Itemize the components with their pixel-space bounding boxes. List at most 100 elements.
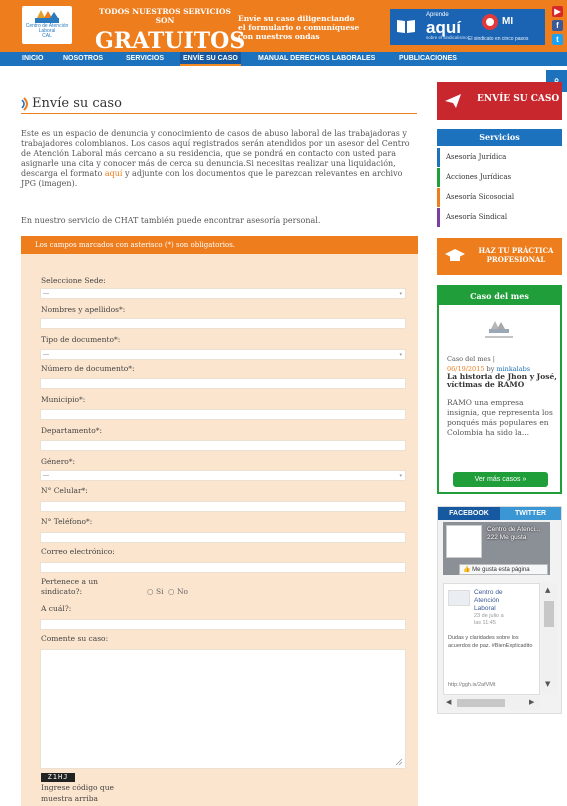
learn-mi-text: MI: [502, 16, 514, 27]
more-cases-button[interactable]: Ver más casos »: [453, 472, 548, 487]
scroll-right-icon[interactable]: ▶: [529, 698, 534, 706]
tipo-documento-value: ---: [43, 351, 50, 358]
liquidacion-format-link[interactable]: aquí: [105, 169, 123, 178]
facebook-page-name[interactable]: Centro de Atenci...: [487, 526, 540, 533]
genero-select[interactable]: --- ▾: [40, 470, 406, 481]
site-logo[interactable]: Centro de Atención Laboral CAL: [22, 6, 72, 44]
graduation-cap-icon: [445, 249, 465, 261]
learn-banner[interactable]: Aprende aquí sobre el sindicalismo MI El…: [390, 9, 545, 45]
nav-servicios[interactable]: SERVICIOS: [126, 52, 164, 66]
page-title: Envíe su caso: [32, 96, 122, 111]
practice-line-1: HAZ TU PRÁCTICA: [478, 246, 554, 255]
nav-publicaciones[interactable]: PUBLICACIONES: [399, 52, 457, 66]
service-asesoria-juridica[interactable]: Asesoría Jurídica: [437, 148, 562, 167]
resize-handle-icon[interactable]: [395, 758, 403, 766]
tab-facebook[interactable]: FACEBOOK: [438, 507, 500, 520]
tipo-documento-label: Tipo de documento*:: [41, 335, 121, 344]
radio-no[interactable]: ○ No: [168, 587, 188, 596]
social-widget: FACEBOOK TWITTER Centro de Atenci... 222…: [437, 506, 562, 714]
nav-envie-su-caso[interactable]: ENVÍE SU CASO: [180, 52, 241, 66]
youtube-icon[interactable]: ▶: [552, 6, 563, 17]
send-case-title-icon: [21, 97, 28, 111]
celular-field[interactable]: [40, 501, 406, 512]
logo-subtext: CAL: [42, 33, 52, 39]
nav-manual-derechos[interactable]: MANUAL DERECHOS LABORALES: [258, 52, 375, 66]
correo-field[interactable]: [40, 562, 406, 573]
book-icon: [397, 20, 415, 33]
cal-logo-mark: [35, 10, 59, 23]
case-category[interactable]: Caso del mes: [447, 355, 491, 363]
service-acciones-juridicas[interactable]: Acciones Jurídicas: [437, 168, 562, 187]
radio-no-button[interactable]: ○: [168, 587, 175, 596]
cual-sindicato-label: A cuál?:: [41, 604, 72, 613]
case-of-month: Caso del mes Caso del mes | 06/19/2015 b…: [437, 285, 562, 494]
telefono-label: N° Teléfono*:: [41, 517, 93, 526]
departamento-label: Departamento*:: [41, 426, 102, 435]
post-link[interactable]: http://ggh.is/2afVMt: [448, 682, 536, 688]
sede-select[interactable]: --- ▾: [40, 288, 406, 299]
radio-si-button[interactable]: ○: [147, 587, 154, 596]
post-author-avatar: [448, 590, 470, 606]
facebook-vertical-scrollbar[interactable]: ▲ ▼: [541, 583, 557, 695]
scroll-down-icon[interactable]: ▼: [545, 680, 550, 688]
learn-caption: sobre el sindicalismo: [426, 35, 468, 40]
departamento-field[interactable]: [40, 440, 406, 451]
main-nav: INICIO NOSOTROS SERVICIOS ENVÍE SU CASO …: [0, 52, 567, 66]
case-title-link[interactable]: La historia de Jhon y José, víctimas de …: [447, 373, 557, 389]
scroll-left-icon[interactable]: ◀: [446, 698, 451, 706]
tipo-documento-select[interactable]: --- ▾: [40, 349, 406, 360]
promo-send-case-text[interactable]: Envíe su caso diligenciando el formulari…: [238, 14, 363, 44]
post-text: Dudas y claridades sobre los acuerdos de…: [448, 635, 533, 649]
thumbs-up-icon: 👍: [463, 567, 471, 573]
send-case-cta[interactable]: ENVÍE SU CASO: [437, 82, 562, 120]
post-date-line-1: 23 de julio a: [474, 613, 504, 619]
hscroll-thumb[interactable]: [457, 699, 505, 707]
case-excerpt: RAMO una empresa insignia, que represent…: [447, 398, 553, 437]
facebook-horizontal-scrollbar[interactable]: ◀ ▶: [443, 696, 540, 710]
genero-label: Género*:: [41, 457, 76, 466]
captcha-label-1: Ingrese código que: [41, 783, 114, 792]
sede-label: Seleccione Sede:: [41, 276, 106, 285]
sede-select-value: ---: [43, 290, 50, 297]
arrow-icon: »: [522, 476, 527, 483]
post-author-line-2: Atención: [474, 597, 500, 604]
practice-line-2: PROFESIONAL: [486, 255, 546, 264]
send-case-cta-label: ENVÍE SU CASO: [477, 94, 560, 104]
comente-caso-label: Comente su caso:: [41, 634, 109, 643]
telefono-field[interactable]: [40, 532, 406, 543]
case-meta: Caso del mes | 06/19/2015 by minkalabs: [447, 354, 557, 374]
sindicato-label-2: sindicato?:: [41, 587, 83, 596]
title-divider: [21, 113, 417, 114]
numero-documento-field[interactable]: [40, 378, 406, 389]
case-logo-image: [485, 321, 513, 338]
promo-services-text: TODOS NUESTROS SERVICIOS SON: [95, 7, 235, 25]
post-author-name[interactable]: Centro de Atención Laboral: [474, 589, 503, 613]
service-asesoria-sindical[interactable]: Asesoría Sindical: [437, 208, 562, 227]
scroll-up-icon[interactable]: ▲: [545, 586, 550, 594]
genero-value: ---: [43, 472, 50, 479]
celular-label: N° Celular*:: [41, 486, 88, 495]
post-date-line-2: las 11:45: [474, 620, 496, 626]
twitter-icon[interactable]: t: [552, 34, 563, 45]
radio-si[interactable]: ○ Si: [147, 587, 163, 596]
practice-cta[interactable]: HAZ TU PRÁCTICA PROFESIONAL: [437, 238, 562, 275]
tab-twitter[interactable]: TWITTER: [500, 507, 561, 520]
nombres-field[interactable]: [40, 318, 406, 329]
captcha-image: Z1HJ: [41, 773, 75, 782]
scroll-thumb[interactable]: [544, 601, 554, 627]
practice-cta-label: HAZ TU PRÁCTICA PROFESIONAL: [477, 246, 555, 264]
nav-nosotros[interactable]: NOSOTROS: [63, 52, 103, 66]
facebook-icon[interactable]: f: [552, 20, 563, 31]
chevron-down-icon: ▾: [399, 473, 402, 479]
post-author-line-1: Centro de: [474, 589, 503, 596]
radio-si-label: Si: [155, 587, 164, 596]
facebook-like-button[interactable]: 👍 Me gusta esta página: [459, 564, 548, 575]
nav-inicio[interactable]: INICIO: [22, 52, 43, 66]
cual-sindicato-field[interactable]: [40, 619, 406, 630]
municipio-field[interactable]: [40, 409, 406, 420]
captcha-label-2: muestra arriba: [41, 794, 98, 803]
service-asesoria-sicosocial[interactable]: Asesoría Sicosocial: [437, 188, 562, 207]
comente-caso-textarea[interactable]: [40, 649, 406, 769]
services-header: Servicios: [437, 129, 562, 146]
form-required-note: Los campos marcados con asterisco (*) so…: [21, 236, 418, 254]
